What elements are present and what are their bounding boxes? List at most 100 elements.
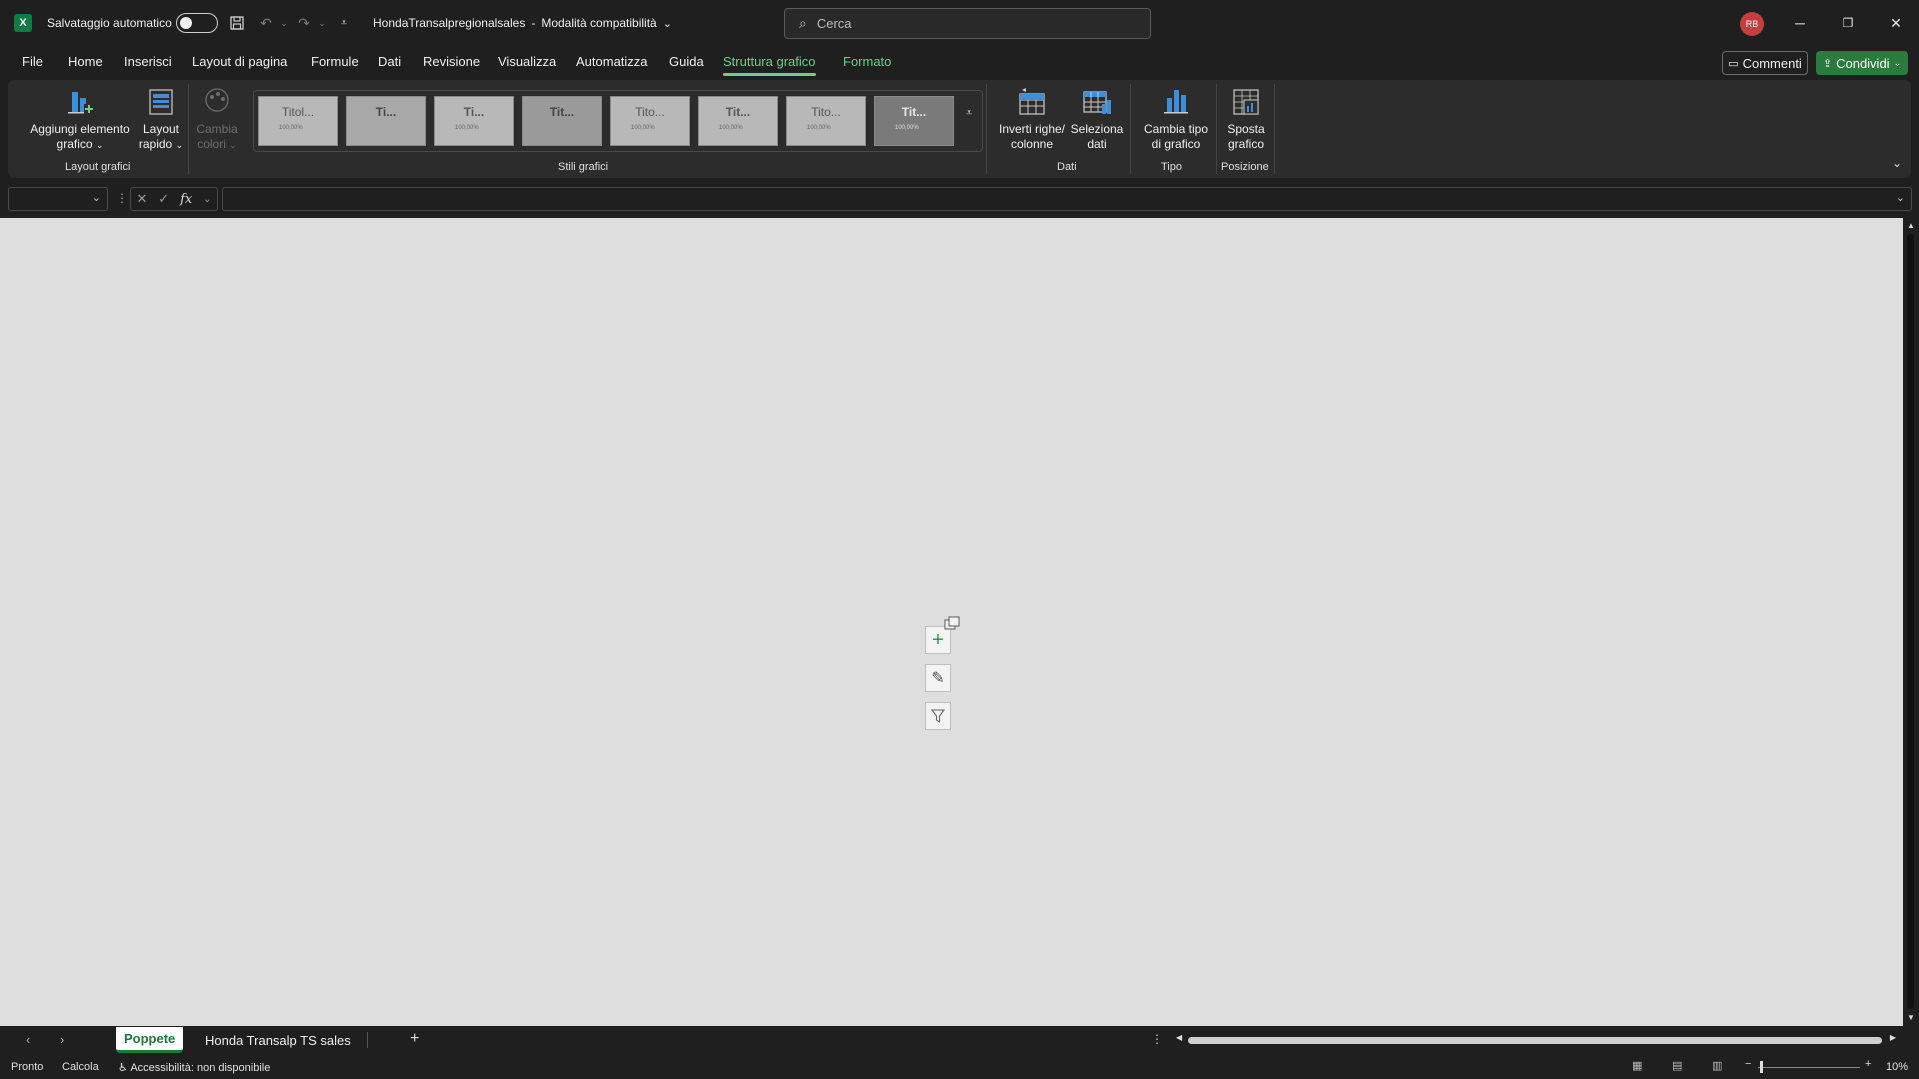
filter-icon [930,709,946,724]
autosave-label: Salvataggio automatico [47,16,172,30]
undo-icon[interactable]: ↶ [256,13,276,33]
tab-format[interactable]: Formato [843,54,891,69]
enter-icon[interactable]: ✓ [158,191,169,207]
add-chart-element-button[interactable]: Aggiungi elemento grafico ⌄ [20,86,140,153]
formula-bar: ⌄ ⋮ ✕ ✓ fx ⌄ ⌄ [0,184,1919,214]
change-colors-label: Cambia [196,122,238,136]
autosave-toggle[interactable] [176,13,218,33]
vertical-scroll-thumb[interactable] [1907,234,1914,1009]
zoom-level[interactable]: 10% [1886,1061,1908,1073]
chart-sheet-canvas[interactable]: + ✎ [0,218,1903,1026]
share-button[interactable]: ⇪ Condividi ⌄ [1816,51,1908,75]
comments-button[interactable]: ▭ Commenti [1722,51,1808,75]
prev-sheet-icon[interactable]: ‹ [26,1032,30,1047]
insert-function-icon[interactable]: fx [180,192,192,207]
vertical-scrollbar[interactable]: ▲ ▼ [1903,218,1919,1026]
sheet-tab-poppete[interactable]: Poppete [116,1027,184,1053]
horizontal-scrollbar[interactable]: ◀ ▶ [1176,1033,1896,1046]
name-box[interactable]: ⌄ [8,187,108,211]
ribbon-divider [1274,84,1275,174]
tab-chart-design[interactable]: Struttura grafico [723,54,816,76]
tab-automate[interactable]: Automatizza [576,54,648,69]
group-label-chart-styles: Stili grafici [558,161,609,173]
customize-toolbar-icon[interactable]: ⩡ [334,13,354,33]
compatibility-mode: Modalità compatibilità [541,16,657,30]
page-break-view-icon[interactable]: ▥ [1712,1059,1722,1072]
chart-style-value: 100,00% [719,125,743,131]
zoom-slider-thumb[interactable] [1760,1061,1763,1073]
accessibility-status[interactable]: ♿ Accessibilità: non disponibile [118,1061,270,1074]
quick-layout-button[interactable]: Layout rapido ⌄ [132,86,190,153]
chart-style-5[interactable]: Tito... 100,00% [610,96,690,146]
chart-style-4[interactable]: Tit... [522,96,602,146]
undo-dropdown-icon[interactable]: ⌄ [274,13,294,33]
page-layout-view-icon[interactable]: ▤ [1672,1059,1682,1072]
tab-home[interactable]: Home [68,54,103,69]
tab-insert[interactable]: Inserisci [124,54,172,69]
scroll-right-icon[interactable]: ▶ [1890,1033,1896,1042]
zoom-slider[interactable] [1758,1067,1860,1068]
zoom-out-icon[interactable]: − [1745,1058,1751,1070]
chart-resize-icon[interactable] [943,616,961,632]
horizontal-scroll-thumb[interactable] [1188,1037,1882,1044]
switch-row-column-button[interactable]: Inverti righe/ colonne [995,86,1069,152]
normal-view-icon[interactable]: ▦ [1632,1059,1642,1072]
more-options-icon[interactable]: ⋮ [1151,1032,1163,1046]
chart-style-8[interactable]: Tit... 100,00% [874,96,954,146]
search-input[interactable]: ⌕ Cerca [784,8,1151,39]
chevron-down-icon: ⌄ [203,193,212,205]
chevron-down-icon: ⌄ [91,192,101,204]
cancel-icon[interactable]: ✕ [136,191,147,207]
status-calculate[interactable]: Calcola [62,1061,99,1073]
select-data-button[interactable]: Seleziona dati [1068,86,1126,152]
minimize-icon[interactable]: ─ [1785,8,1815,38]
brush-icon: ✎ [931,670,945,687]
next-sheet-icon[interactable]: › [60,1032,64,1047]
move-chart-button[interactable]: Sposta grafico [1222,86,1270,152]
add-sheet-icon[interactable]: + [410,1030,419,1048]
scroll-down-icon[interactable]: ▼ [1907,1013,1915,1022]
redo-icon[interactable]: ↷ [294,13,314,33]
tab-help[interactable]: Guida [669,54,704,69]
collapse-ribbon-icon[interactable]: ⌄ [1892,156,1902,170]
tab-view[interactable]: Visualizza [498,54,556,69]
close-icon[interactable]: ✕ [1881,8,1911,38]
expand-formula-icon[interactable]: ⌄ [1896,191,1905,204]
chevron-down-icon: ⌄ [1893,57,1902,68]
change-chart-type-button[interactable]: Cambia tipo di grafico [1138,86,1214,152]
group-label-chart-layouts: Layout grafici [65,161,131,173]
chart-style-1[interactable]: Titol... 100,00% [258,96,338,146]
chart-style-2[interactable]: Ti... [346,96,426,146]
redo-dropdown-icon[interactable]: ⌄ [312,13,332,33]
group-label-location: Posizione [1221,161,1269,173]
chart-style-value: 100,00% [895,125,919,131]
document-title[interactable]: HondaTransalpregionalsales - Modalità co… [373,0,672,46]
change-colors-button[interactable]: Cambia colori ⌄ [194,86,240,153]
tab-review[interactable]: Revisione [423,54,480,69]
tab-formulas[interactable]: Formule [311,54,359,69]
chart-style-7[interactable]: Tito... 100,00% [786,96,866,146]
chart-style-label: Titol... [281,105,315,119]
chart-style-3[interactable]: Ti... 100,00% [434,96,514,146]
zoom-in-icon[interactable]: + [1865,1058,1871,1070]
ribbon-divider [1216,84,1217,174]
scroll-left-icon[interactable]: ◀ [1176,1033,1182,1042]
scroll-up-icon[interactable]: ▲ [1907,221,1915,230]
tab-file[interactable]: File [22,54,43,69]
chart-styles-button[interactable]: ✎ [925,664,951,692]
document-name: HondaTransalpregionalsales [373,16,526,30]
gallery-more-icon[interactable]: ⩡ [966,107,972,120]
sheet-tab-honda-transalp[interactable]: Honda Transalp TS sales [197,1027,359,1053]
restore-icon[interactable]: ❐ [1833,8,1863,38]
tab-data[interactable]: Dati [378,54,401,69]
move-chart-icon [1230,86,1262,118]
chart-style-6[interactable]: Tit... 100,00% [698,96,778,146]
more-options-icon[interactable]: ⋮ [116,191,128,205]
save-icon[interactable] [227,13,247,33]
chart-filters-button[interactable] [925,702,951,730]
select-data-label: Seleziona [1070,122,1124,136]
avatar[interactable]: RB [1740,12,1764,36]
formula-input[interactable]: ⌄ [222,187,1912,211]
group-label-data: Dati [1057,161,1077,173]
tab-page-layout[interactable]: Layout di pagina [192,54,287,69]
